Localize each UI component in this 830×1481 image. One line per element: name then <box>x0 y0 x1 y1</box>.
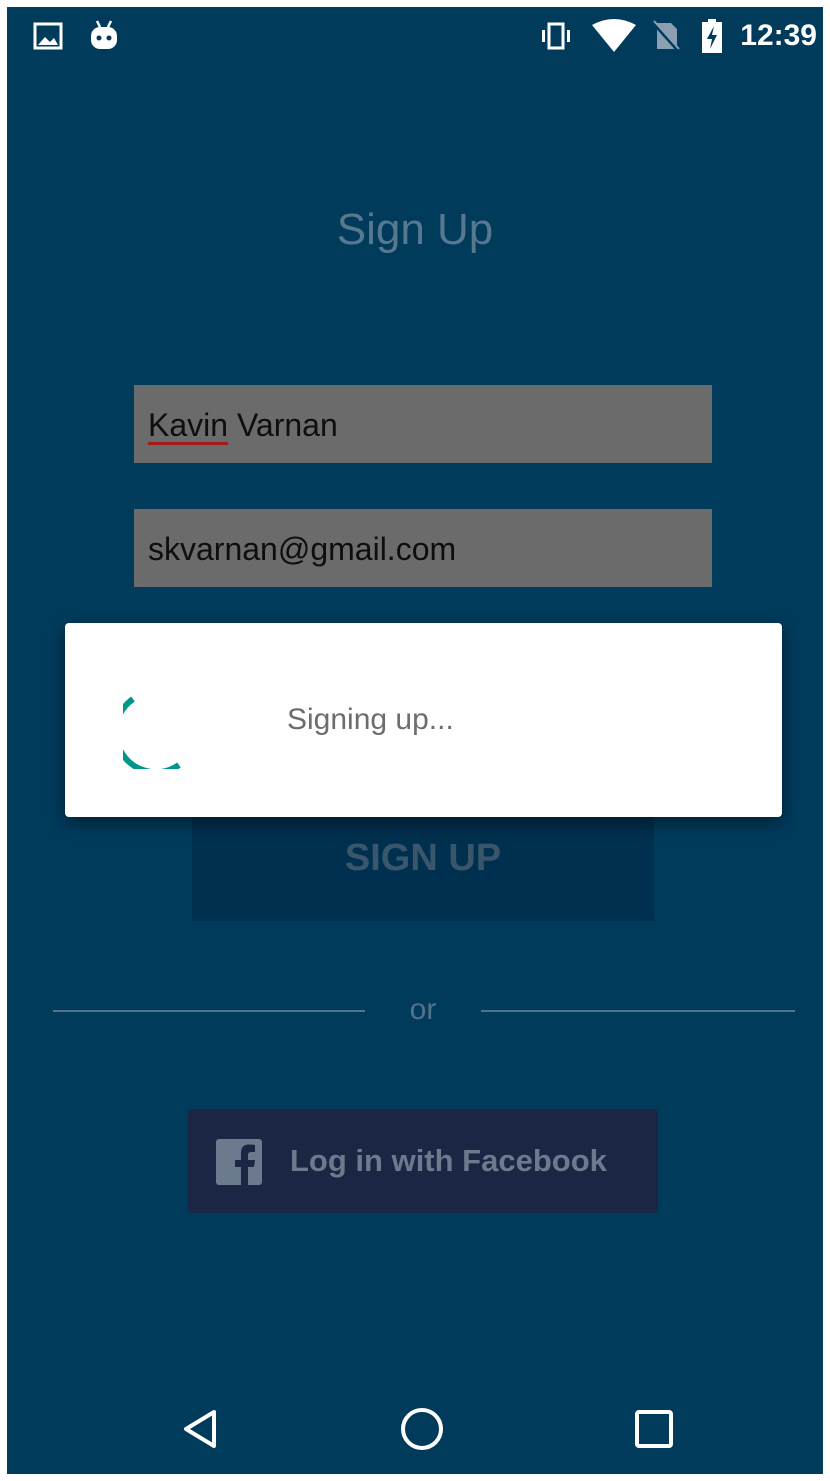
no-sim-icon <box>651 7 681 65</box>
divider-left <box>53 1010 365 1012</box>
app-screen: 12:39 Sign Up Kavin Varnan skvarnan@gmai… <box>7 7 823 1474</box>
recents-icon[interactable] <box>619 1383 689 1474</box>
email-field[interactable]: skvarnan@gmail.com <box>134 509 712 587</box>
facebook-login-label: Log in with Facebook <box>290 1143 607 1178</box>
progress-dialog: Signing up... <box>65 623 782 817</box>
facebook-login-button[interactable]: Log in with Facebook <box>188 1109 658 1213</box>
name-rest: Varnan <box>228 407 338 443</box>
spinner-icon <box>112 695 185 776</box>
home-icon[interactable] <box>387 1383 457 1474</box>
name-field[interactable]: Kavin Varnan <box>134 385 712 463</box>
divider-text: or <box>409 993 437 1026</box>
android-debug-icon <box>89 7 119 65</box>
vibrate-icon <box>539 7 573 65</box>
status-bar: 12:39 <box>7 7 823 65</box>
image-notification-icon <box>33 7 63 65</box>
divider-right <box>481 1010 795 1012</box>
dialog-message: Signing up... <box>287 703 454 736</box>
status-time: 12:39 <box>740 19 817 52</box>
battery-charging-icon <box>701 7 723 65</box>
facebook-icon <box>216 1139 262 1185</box>
nav-bar <box>7 1383 823 1474</box>
back-icon[interactable] <box>165 1383 235 1474</box>
wifi-icon <box>591 7 637 65</box>
name-first-word: Kavin <box>148 407 229 443</box>
page-title: Sign Up <box>336 205 494 254</box>
